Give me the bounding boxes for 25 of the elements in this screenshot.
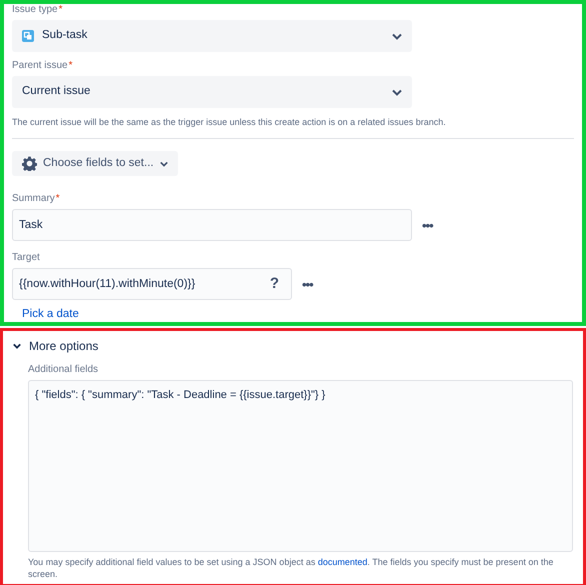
field-label: Additional fields	[28, 363, 98, 377]
field-label: Issue type*	[12, 3, 62, 17]
more-button[interactable]: •••	[416, 218, 439, 232]
help-button[interactable]: ?	[264, 272, 285, 296]
chevron-down-icon	[392, 32, 402, 40]
field-label: Target	[12, 251, 40, 266]
subtask-icon	[22, 30, 34, 42]
chevron-down-icon	[392, 88, 402, 96]
chevron-down-icon	[160, 160, 168, 167]
summary-field[interactable]: Task	[12, 209, 412, 242]
more-options-toggle[interactable]: More options	[13, 337, 98, 355]
more-button[interactable]: •••	[296, 278, 319, 291]
pick-date-link[interactable]: Pick a date	[22, 308, 79, 320]
target-field[interactable]: {{now.withHour(11).withMinute(0)}} ?	[12, 268, 292, 300]
help-text: You may specify additional field values to be set using a JSON object as documented. The fields you specify must be present on the screen.	[28, 556, 554, 580]
choose-fields-button[interactable]: Choose fields to set...	[12, 151, 178, 176]
field-label: Parent issue*	[12, 59, 72, 73]
chevron-down-icon	[13, 343, 21, 349]
parent-issue-select[interactable]: Current issue	[12, 76, 412, 108]
gear-icon	[22, 156, 37, 172]
field-label: Summary*	[12, 192, 60, 206]
issue-type-select[interactable]: Sub-task	[12, 20, 412, 52]
help-text: The current issue will be the same as the trigger issue unless this create action is on a related issues branch.	[12, 116, 447, 128]
additional-fields-textarea[interactable]: { "fields": { "summary": "Task - Deadline = {{issue.target}}"} }	[28, 380, 573, 552]
documented-link[interactable]: documented	[318, 557, 368, 567]
